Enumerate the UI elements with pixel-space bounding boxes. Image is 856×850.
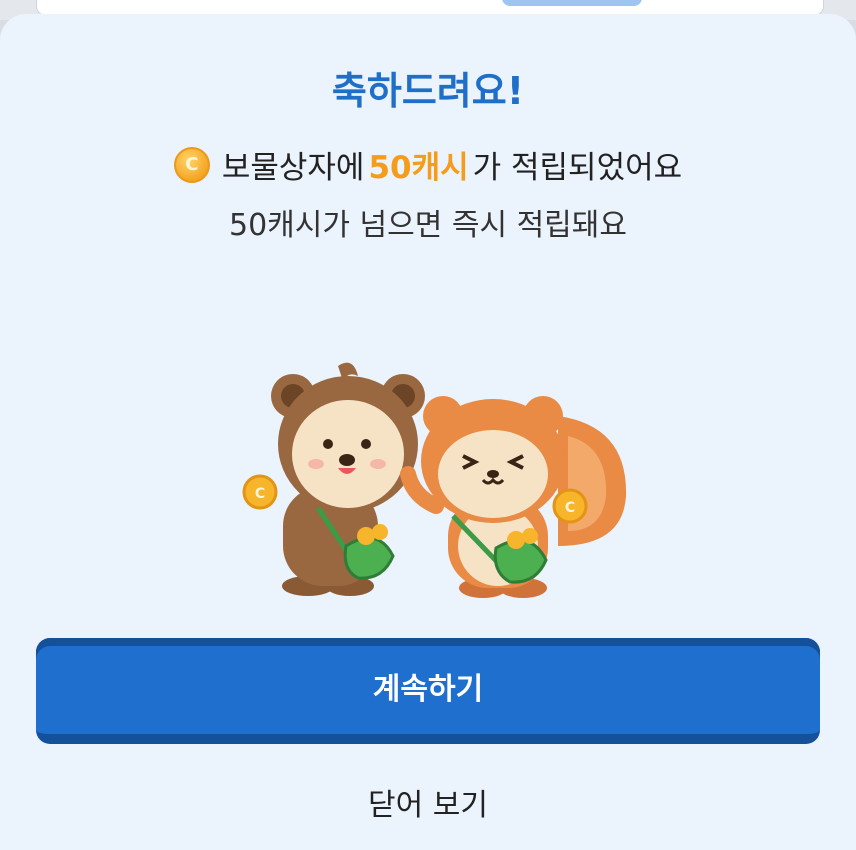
brown-mascot: C — [242, 362, 425, 596]
reward-amount: 50캐시 — [368, 150, 469, 186]
background-button — [502, 0, 642, 6]
reward-message: C 보물상자에 50캐시 가 적립되었어요 — [0, 142, 856, 187]
close-view-button[interactable]: 닫어 보기 — [0, 780, 856, 824]
svg-text:C: C — [565, 500, 575, 516]
mascot-illustration: C C — [238, 356, 638, 606]
message-prefix: 보물상자에 — [221, 150, 365, 186]
continue-button[interactable]: 계속하기 — [36, 638, 820, 744]
sub-message: 50캐시가 넘으면 즉시 적립돼요 — [229, 208, 627, 243]
coin-symbol: C — [185, 154, 199, 175]
svg-text:C: C — [255, 486, 265, 502]
message-suffix: 가 적립되었어요 — [472, 150, 683, 186]
dialog-title: 축하드려요! — [331, 69, 525, 113]
coin-icon: C — [173, 146, 210, 183]
orange-mascot: C — [400, 396, 627, 598]
